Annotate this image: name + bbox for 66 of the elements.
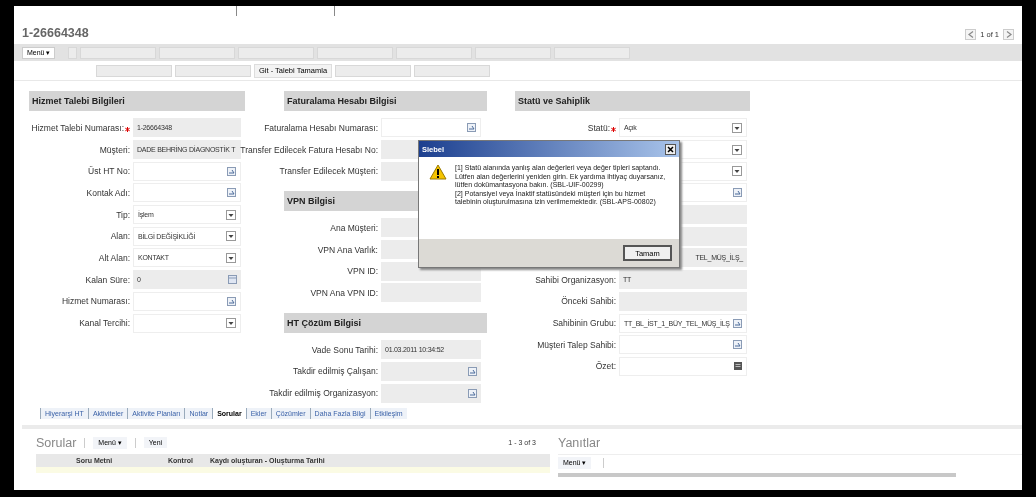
dropdown-icon[interactable] (226, 252, 236, 263)
field-label: Ana Müşteri: (330, 222, 378, 233)
pick-icon[interactable] (227, 188, 236, 198)
field-label: Özet: (595, 361, 616, 372)
warning-icon (429, 164, 447, 180)
record-title: 1-26664348 (22, 26, 89, 40)
calendar-icon[interactable] (228, 275, 237, 285)
field-label: Kontak Adı: (86, 187, 130, 198)
input-field[interactable] (619, 335, 747, 355)
field-label: Sahibi Organizasyon: (535, 274, 616, 285)
field-label: Transfer Edilecek Müşteri: (279, 166, 378, 177)
field-label: Alt Alan: (98, 252, 130, 263)
dropdown-icon[interactable] (226, 231, 236, 242)
chevron-right-icon (1005, 31, 1012, 38)
panel-title: Sorular (36, 435, 77, 450)
field-label: Kalan Süre: (85, 274, 130, 285)
dropdown-icon[interactable] (732, 166, 742, 177)
field-label: Sahibinin Grubu: (552, 318, 616, 329)
field-label: Hizmet Numarası: (62, 296, 130, 307)
field-label: Hizmet Talebi Numarası: (31, 122, 124, 133)
section-header: HT Çözüm Bilgisi (284, 312, 487, 333)
previous-button[interactable] (965, 29, 977, 40)
input-field[interactable] (133, 183, 241, 203)
input-field[interactable] (133, 291, 241, 311)
field-label: Transfer Edilecek Fatura Hesabı No: (240, 144, 378, 155)
input-field[interactable] (133, 161, 241, 181)
field-label: Faturalama Hesabı Numarası: (264, 122, 378, 133)
field-label: VPN Ana Varlık: (317, 244, 378, 255)
input-field[interactable] (133, 313, 241, 333)
panel-title: Yanıtlar (558, 435, 601, 450)
pick-icon[interactable] (468, 388, 477, 398)
note-icon[interactable] (734, 362, 742, 371)
chevron-left-icon (967, 31, 974, 38)
field-label: Üst HT No: (88, 166, 130, 177)
field-label: VPN Ana VPN ID: (310, 287, 378, 298)
dropdown-icon[interactable] (226, 209, 236, 220)
field-label: Takdir edilmiş Çalışan: (292, 366, 378, 377)
section-header: Statü ve Sahiplik (515, 91, 750, 111)
next-button[interactable] (1003, 29, 1014, 40)
input-field[interactable] (381, 383, 481, 403)
field-label: Kanal Tercihi: (79, 318, 130, 329)
pick-icon[interactable] (733, 188, 742, 198)
field-label: Müşteri: (99, 144, 130, 155)
input-field[interactable] (381, 118, 481, 138)
field-label: Statü: (587, 122, 610, 133)
section-header: Hizmet Talebi Bilgileri (29, 91, 245, 111)
pick-icon[interactable] (227, 296, 236, 306)
pick-icon[interactable] (733, 340, 742, 350)
dropdown-icon[interactable] (732, 144, 742, 155)
field-label: VPN ID: (347, 266, 378, 277)
field-label: Müşteri Talep Sahibi: (537, 339, 616, 350)
field-label: Alan: (110, 231, 130, 242)
section-header: Faturalama Hesabı Bilgisi (284, 91, 487, 111)
dropdown-icon[interactable] (226, 318, 236, 329)
pick-icon[interactable] (733, 318, 742, 328)
pick-icon[interactable] (467, 123, 476, 133)
pick-icon[interactable] (468, 366, 477, 376)
dropdown-icon[interactable] (732, 122, 742, 133)
input-field[interactable] (381, 361, 481, 381)
field-label: Takdir edilmiş Organizasyon: (269, 388, 378, 399)
input-field[interactable] (619, 356, 747, 376)
field-label: Önceki Sahibi: (561, 296, 616, 307)
close-button[interactable] (665, 143, 676, 155)
field-label: Vade Sonu Tarihi: (311, 344, 378, 355)
pick-icon[interactable] (227, 166, 236, 176)
field-label: Tip: (116, 209, 130, 220)
